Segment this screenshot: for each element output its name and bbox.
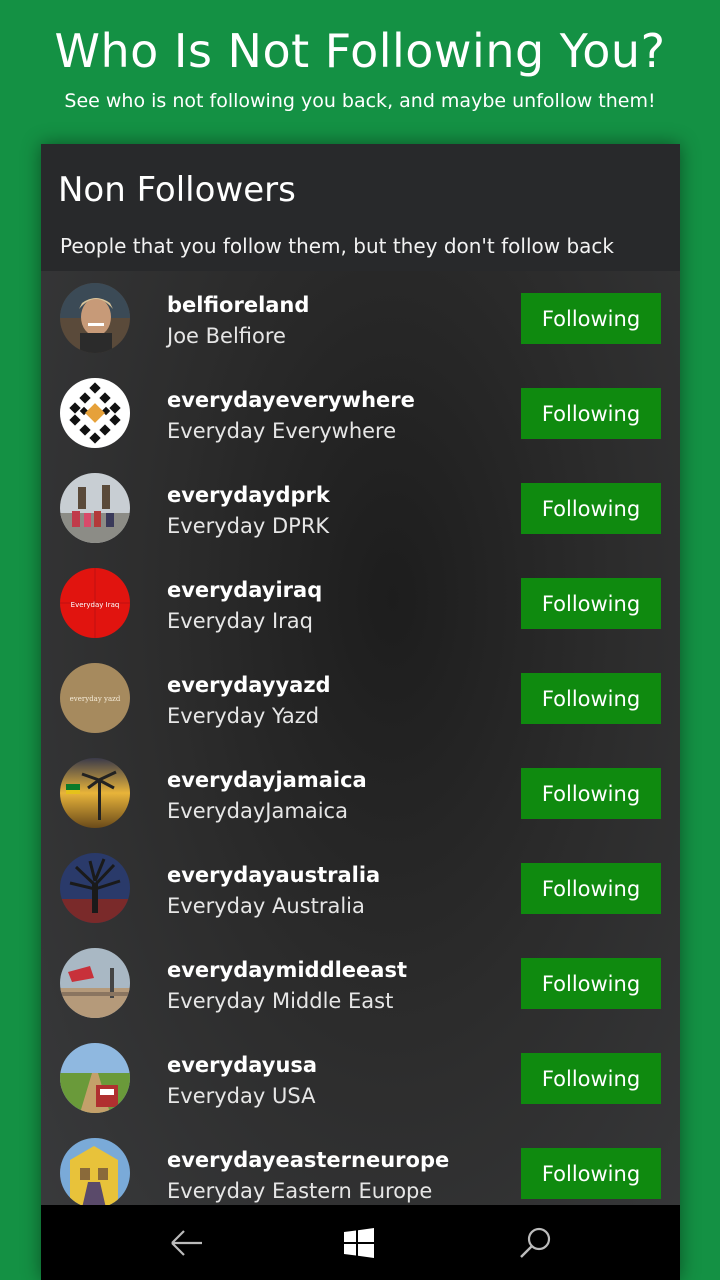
username: everydayusa: [167, 1053, 318, 1077]
username: everydayaustralia: [167, 863, 381, 887]
user-row[interactable]: everydaymiddleeast Everyday Middle East …: [41, 936, 680, 1031]
full-name: Everyday DPRK: [167, 514, 330, 538]
non-followers-list: belfioreland Joe Belfiore Following ever…: [41, 271, 680, 1221]
avatar[interactable]: [60, 853, 130, 923]
avatar-logo-text: Everyday Iraq: [71, 601, 120, 609]
promo-title: Who Is Not Following You?: [54, 24, 666, 78]
full-name: Everyday Middle East: [167, 989, 394, 1013]
avatar[interactable]: [60, 758, 130, 828]
avatar[interactable]: [60, 473, 130, 543]
full-name: Everyday Iraq: [167, 609, 314, 633]
following-button[interactable]: Following: [521, 1148, 661, 1199]
full-name: Everyday Eastern Europe: [167, 1179, 433, 1203]
avatar[interactable]: [60, 283, 130, 353]
search-icon[interactable]: [515, 1223, 555, 1263]
avatar[interactable]: Everyday Iraq: [60, 568, 130, 638]
following-button[interactable]: Following: [521, 388, 661, 439]
avatar[interactable]: everyday yazd: [60, 663, 130, 733]
user-row[interactable]: belfioreland Joe Belfiore Following: [41, 271, 680, 366]
user-row[interactable]: everydayusa Everyday USA Following: [41, 1031, 680, 1126]
user-row[interactable]: everydayeverywhere Everyday Everywhere F…: [41, 366, 680, 461]
full-name: Joe Belfiore: [167, 324, 286, 348]
username: everydayiraq: [167, 578, 323, 602]
phone-screen: Non Followers People that you follow the…: [41, 144, 680, 1280]
username: everydayjamaica: [167, 768, 367, 792]
back-arrow-icon[interactable]: [167, 1223, 207, 1263]
avatar[interactable]: [60, 1043, 130, 1113]
promo-subtitle: See who is not following you back, and m…: [64, 90, 656, 112]
full-name: Everyday Australia: [167, 894, 365, 918]
following-button[interactable]: Following: [521, 1053, 661, 1104]
following-button[interactable]: Following: [521, 673, 661, 724]
avatar-logo-text: everyday yazd: [70, 695, 121, 703]
username: everydayeasterneurope: [167, 1148, 450, 1172]
username: belfioreland: [167, 293, 310, 317]
page-header: Non Followers People that you follow the…: [41, 144, 680, 271]
following-button[interactable]: Following: [521, 768, 661, 819]
username: everydaydprk: [167, 483, 330, 507]
full-name: Everyday Yazd: [167, 704, 320, 728]
following-button[interactable]: Following: [521, 958, 661, 1009]
following-button[interactable]: Following: [521, 578, 661, 629]
following-button[interactable]: Following: [521, 863, 661, 914]
avatar[interactable]: [60, 378, 130, 448]
user-row[interactable]: Everyday Iraq everydayiraq Everyday Iraq…: [41, 556, 680, 651]
full-name: Everyday Everywhere: [167, 419, 397, 443]
avatar[interactable]: [60, 1138, 130, 1208]
avatar[interactable]: [60, 948, 130, 1018]
user-row[interactable]: everydaydprk Everyday DPRK Following: [41, 461, 680, 556]
windows-logo-icon[interactable]: [339, 1223, 379, 1263]
username: everydayeverywhere: [167, 388, 415, 412]
user-row[interactable]: everyday yazd everydayyazd Everyday Yazd…: [41, 651, 680, 746]
following-button[interactable]: Following: [521, 483, 661, 534]
full-name: EverydayJamaica: [167, 799, 348, 823]
page-title: Non Followers: [58, 170, 296, 210]
following-button[interactable]: Following: [521, 293, 661, 344]
full-name: Everyday USA: [167, 1084, 316, 1108]
user-row[interactable]: everydayjamaica EverydayJamaica Followin…: [41, 746, 680, 841]
page-description: People that you follow them, but they do…: [60, 234, 615, 258]
username: everydaymiddleeast: [167, 958, 408, 982]
username: everydayyazd: [167, 673, 331, 697]
user-row[interactable]: everydayaustralia Everyday Australia Fol…: [41, 841, 680, 936]
navigation-bar: [41, 1205, 680, 1280]
